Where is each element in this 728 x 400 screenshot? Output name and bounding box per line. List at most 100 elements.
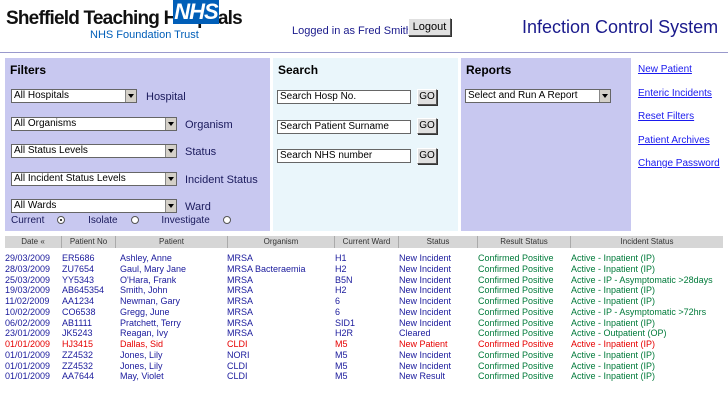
table-row[interactable]: 19/03/2009 AB645354 Smith, John MRSA H2 New I…	[5, 285, 723, 296]
cell-organism: CLDI	[227, 360, 248, 371]
column-header-incident-status[interactable]: Incident Status	[571, 236, 723, 248]
cell-date[interactable]: 28/03/2009	[5, 264, 50, 275]
header-divider	[0, 52, 728, 53]
link-enteric-incidents[interactable]: Enteric Incidents	[638, 88, 712, 99]
radio-unchecked-icon[interactable]	[222, 216, 231, 225]
cell-patient-no[interactable]: ZU7654	[62, 264, 94, 275]
table-row[interactable]: 23/01/2009 JK5243 Reagan, Ivy MRSA H2R Cleare…	[5, 328, 723, 339]
search-nhs-number-go-button[interactable]: GO	[417, 148, 437, 164]
search-surname-go-button[interactable]: GO	[417, 118, 437, 134]
cell-date[interactable]: 19/03/2009	[5, 285, 50, 296]
radio-unchecked-icon[interactable]	[130, 216, 139, 225]
table-row[interactable]: 11/02/2009 AA1234 Newman, Gary MRSA 6 New Inc…	[5, 296, 723, 307]
cell-date[interactable]: 11/02/2009	[5, 296, 49, 307]
cell-date[interactable]: 23/01/2009	[5, 328, 50, 339]
search-nhs-number-input[interactable]: Search NHS number	[277, 149, 411, 163]
column-header-patient[interactable]: Patient	[116, 236, 228, 248]
cell-incident-status: Active - Inpatient (IP)	[571, 349, 656, 360]
cell-date[interactable]: 01/01/2009	[5, 371, 50, 382]
cell-patient-no[interactable]: AB1111	[62, 318, 92, 329]
cell-patient[interactable]: Pratchett, Terry	[120, 318, 181, 329]
cell-patient-no[interactable]: AB645354	[62, 285, 104, 296]
cell-ward: M5	[335, 349, 348, 360]
hospital-select[interactable]: All Hospitals	[11, 89, 137, 103]
logged-in-text: Logged in as Fred Smith	[292, 25, 412, 37]
cell-patient[interactable]: Newman, Gary	[120, 296, 180, 307]
logout-button[interactable]: Logout	[408, 18, 451, 36]
cell-patient[interactable]: O'Hara, Frank	[120, 275, 176, 286]
table-row[interactable]: 01/01/2009 ZZ4532 Jones, Lily NORI M5 New Inc…	[5, 350, 723, 361]
cell-date[interactable]: 01/01/2009	[5, 361, 50, 372]
cell-patient[interactable]: Jones, Lily	[120, 350, 163, 361]
cell-patient[interactable]: Reagan, Ivy	[120, 328, 168, 339]
cell-organism: MRSA	[227, 317, 254, 328]
table-row[interactable]: 01/01/2009 HJ3415 Dallas, Sid CLDI M5 New Pat…	[5, 339, 723, 350]
cell-date[interactable]: 25/03/2009	[5, 275, 50, 286]
status-select[interactable]: All Status Levels	[11, 144, 177, 158]
cell-date[interactable]: 10/02/2009	[5, 307, 50, 318]
radio-checked-icon[interactable]	[57, 216, 66, 225]
cell-result-status: Confirmed Positive	[478, 296, 554, 306]
radio-investigate[interactable]: Investigate	[161, 215, 240, 226]
cell-patient[interactable]: Ashley, Anne	[120, 253, 172, 264]
link-change-password[interactable]: Change Password	[638, 158, 720, 169]
cell-incident-status: Active - Inpatient (IP)	[571, 371, 656, 382]
table-row[interactable]: 10/02/2009 CO6538 Gregg, June MRSA 6 New Inci…	[5, 307, 723, 318]
cell-patient-no[interactable]: HJ3415	[62, 339, 93, 350]
organism-label: Organism	[185, 119, 233, 131]
table-row[interactable]: 29/03/2009 ER5686 Ashley, Anne MRSA H1 New In…	[5, 253, 723, 264]
search-hosp-no-go-button[interactable]: GO	[417, 89, 437, 105]
table-row[interactable]: 25/03/2009 YY5343 O'Hara, Frank MRSA B5N New …	[5, 275, 723, 286]
cell-date[interactable]: 29/03/2009	[5, 253, 50, 264]
column-header-status[interactable]: Status	[399, 236, 478, 248]
cell-organism: MRSA Bacteraemia	[227, 263, 306, 274]
cell-patient[interactable]: Smith, John	[120, 285, 168, 296]
table-row[interactable]: 06/02/2009 AB1111 Pratchett, Terry MRSA SID1…	[5, 318, 723, 329]
link-patient-archives[interactable]: Patient Archives	[638, 135, 710, 146]
column-header-ward[interactable]: Current Ward	[335, 236, 399, 248]
search-surname-input[interactable]: Search Patient Surname	[277, 120, 411, 134]
cell-patient-no[interactable]: AA1234	[62, 296, 94, 307]
filters-title: Filters	[10, 63, 47, 77]
cell-patient-no[interactable]: YY5343	[62, 275, 94, 286]
cell-patient-no[interactable]: CO6538	[62, 307, 96, 318]
cell-patient-no[interactable]: ZZ4532	[62, 350, 93, 361]
cell-date[interactable]: 01/01/2009	[5, 350, 50, 361]
link-reset-filters[interactable]: Reset Filters	[638, 111, 694, 122]
organism-select[interactable]: All Organisms	[11, 117, 177, 131]
cell-ward: H2R	[335, 328, 354, 339]
cell-patient[interactable]: Jones, Lily	[120, 361, 163, 372]
cell-patient-no[interactable]: JK5243	[62, 328, 93, 339]
cell-date[interactable]: 06/02/2009	[5, 318, 50, 329]
cell-organism: NORI	[227, 349, 250, 360]
table-row[interactable]: 28/03/2009 ZU7654 Gaul, Mary Jane MRSA Bact…	[5, 264, 723, 275]
column-header-date-label: Date	[21, 237, 39, 246]
cell-patient[interactable]: Dallas, Sid	[120, 339, 163, 350]
table-row[interactable]: 01/01/2009 AA7644 May, Violet CLDI M5 New Res…	[5, 371, 723, 382]
link-new-patient[interactable]: New Patient	[638, 64, 692, 75]
radio-isolate[interactable]: Isolate	[88, 215, 148, 226]
cell-result-status: Confirmed Positive	[478, 371, 554, 382]
cell-patient[interactable]: Gaul, Mary Jane	[120, 264, 186, 275]
incident-status-select[interactable]: All Incident Status Levels	[11, 172, 177, 186]
report-select[interactable]: Select and Run A Report	[465, 89, 611, 103]
cell-patient[interactable]: May, Violet	[120, 371, 164, 382]
cell-patient[interactable]: Gregg, June	[120, 307, 170, 318]
search-hosp-no-input[interactable]: Search Hosp No.	[277, 90, 411, 104]
radio-current[interactable]: Current	[11, 215, 75, 226]
column-header-date[interactable]: Date «	[5, 236, 62, 248]
cell-date[interactable]: 01/01/2009	[5, 339, 50, 350]
ward-select[interactable]: All Wards	[11, 199, 177, 213]
cell-patient-no[interactable]: ER5686	[62, 253, 95, 264]
search-title: Search	[278, 63, 319, 77]
cell-patient-no[interactable]: AA7644	[62, 371, 94, 382]
column-header-organism[interactable]: Organism	[228, 236, 335, 248]
column-header-result-status[interactable]: Result Status	[478, 236, 571, 248]
cell-incident-status: Active - IP - Asymptomatic >72hrs	[571, 306, 707, 317]
trust-name: NHS Foundation Trust	[90, 29, 199, 41]
column-header-patient-no[interactable]: Patient No	[62, 236, 116, 248]
table-row[interactable]: 01/01/2009 ZZ4532 Jones, Lily CLDI M5 New Inc…	[5, 361, 723, 372]
status-select-value: All Status Levels	[14, 145, 88, 156]
cell-organism: MRSA	[227, 328, 254, 339]
cell-patient-no[interactable]: ZZ4532	[62, 361, 93, 372]
